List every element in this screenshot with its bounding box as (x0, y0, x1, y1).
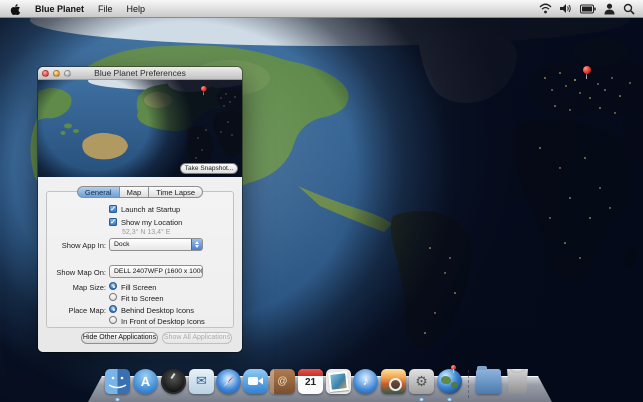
menu-bar: Blue Planet File Help (0, 0, 643, 18)
address-book-icon: @ (270, 369, 295, 394)
running-indicator-blue-planet (447, 398, 452, 401)
show-all-applications-button[interactable]: Show All Applications (162, 332, 232, 344)
dock-item-address-book[interactable]: @ (270, 369, 295, 394)
map-preview: Take Snapshot... (38, 80, 242, 177)
hide-other-applications-button[interactable]: Hide Other Applications (81, 332, 158, 344)
popup-stepper-icon (191, 239, 202, 250)
show-map-on-value: DELL 2407WFP (1600 x 1000) (114, 268, 203, 275)
ical-header (298, 369, 323, 376)
take-snapshot-button[interactable]: Take Snapshot... (180, 163, 238, 174)
user-icon[interactable] (604, 3, 615, 15)
show-app-in-label: Show App In: (61, 241, 106, 250)
in-front-icons-radio[interactable] (109, 316, 117, 324)
fit-to-screen-label: Fit to Screen (121, 294, 164, 303)
in-front-icons-label: In Front of Desktop Icons (121, 317, 205, 326)
globe-landmass (451, 382, 458, 388)
show-app-in-value: Dock (114, 241, 130, 248)
screen: Blue Planet File Help Blue Planet Prefer… (0, 0, 643, 402)
dock-separator (468, 370, 469, 398)
show-map-on-popup[interactable]: DELL 2407WFP (1600 x 1000) (109, 265, 203, 278)
tab-map[interactable]: Map (119, 186, 150, 198)
fit-to-screen-radio[interactable] (109, 293, 117, 301)
menu-item-file[interactable]: File (98, 4, 113, 14)
pin-head (583, 66, 591, 74)
fill-screen-label: Fill Screen (121, 283, 157, 292)
blue-planet-icon (437, 365, 462, 394)
dock: A ✉ @ 21 ♪ ⚙ (0, 362, 643, 402)
gear-icon: ⚙ (409, 369, 434, 394)
window-content: General Map Time Lapse ✓ Launch at Start… (38, 177, 242, 352)
dock-item-dashboard[interactable] (161, 369, 186, 394)
location-coordinates: 52,3° N 13,4° E (122, 229, 171, 236)
dock-item-blue-planet[interactable] (437, 365, 462, 394)
dock-item-downloads-folder[interactable] (476, 366, 501, 394)
trash-icon (507, 369, 528, 394)
show-app-in-popup[interactable]: Dock (109, 238, 203, 251)
downloads-folder-icon (476, 366, 501, 394)
menu-item-help[interactable]: Help (127, 4, 146, 14)
map-size-label: Map Size: (72, 283, 106, 292)
finder-icon (105, 369, 130, 394)
wifi-icon[interactable] (539, 3, 552, 14)
safari-icon (216, 369, 241, 394)
place-map-label: Place Map: (68, 306, 106, 315)
dock-item-system-preferences[interactable]: ⚙ (409, 369, 434, 394)
launch-at-startup-label: Launch at Startup (121, 205, 181, 214)
fill-screen-radio[interactable] (109, 282, 117, 290)
volume-icon[interactable] (560, 3, 572, 14)
mail-icon: ✉ (189, 369, 214, 394)
preview-photo (328, 371, 349, 392)
ical-icon: 21 (298, 369, 323, 394)
behind-icons-radio[interactable] (109, 305, 117, 313)
behind-icons-label: Behind Desktop Icons (121, 306, 194, 315)
window-title: Blue Planet Preferences (94, 68, 186, 78)
launch-at-startup-checkbox[interactable]: ✓ (109, 205, 117, 213)
dock-item-trash[interactable] (505, 369, 530, 394)
ical-day: 21 (304, 377, 317, 388)
tab-time-lapse[interactable]: Time Lapse (149, 186, 204, 198)
show-my-location-checkbox[interactable]: ✓ (109, 218, 117, 226)
dock-item-safari[interactable] (216, 369, 241, 394)
running-indicator-system-preferences (419, 398, 424, 401)
tab-bar: General Map Time Lapse (38, 186, 242, 198)
battery-icon[interactable] (580, 4, 596, 14)
dock-item-finder[interactable] (105, 369, 130, 394)
window-titlebar[interactable]: Blue Planet Preferences (38, 67, 242, 80)
preview-pin-head (201, 86, 207, 92)
globe-landmass (441, 376, 451, 384)
tab-general[interactable]: General (76, 186, 120, 198)
dashboard-icon (161, 369, 186, 394)
dock-item-iphoto[interactable] (381, 369, 406, 394)
dock-item-app-store[interactable]: A (133, 369, 158, 394)
dock-item-ichat[interactable] (243, 369, 268, 394)
show-map-on-label: Show Map On: (56, 268, 106, 277)
spotlight-icon[interactable] (623, 3, 635, 15)
preview-app-icon (326, 369, 351, 394)
preferences-window: Blue Planet Preferences Take Snapshot...… (38, 67, 242, 352)
dock-item-itunes[interactable]: ♪ (353, 369, 378, 394)
globe-pin-icon (451, 365, 456, 373)
iphoto-icon (381, 369, 406, 394)
show-my-location-label: Show my Location (121, 218, 183, 227)
app-store-icon: A (133, 369, 158, 394)
dock-item-preview[interactable] (326, 369, 351, 394)
ichat-icon (243, 369, 268, 394)
dock-item-mail[interactable]: ✉ (189, 369, 214, 394)
running-indicator-finder (115, 398, 120, 401)
menu-app-name[interactable]: Blue Planet (35, 4, 84, 14)
dock-item-ical[interactable]: 21 (298, 369, 323, 394)
apple-menu-icon[interactable] (10, 2, 21, 15)
itunes-icon: ♪ (353, 369, 378, 394)
